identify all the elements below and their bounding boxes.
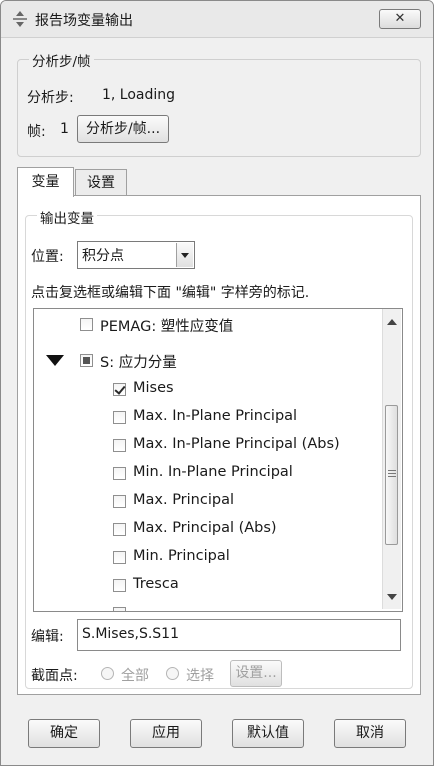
frame-label: 帧: xyxy=(27,124,46,140)
close-icon: ✕ xyxy=(394,11,406,26)
tree-item-tresca[interactable]: Tresca xyxy=(34,574,380,600)
section-settings-button-label: 设置... xyxy=(235,665,277,681)
tree-item-max-inplane-principal-abs[interactable]: Max. In-Plane Principal (Abs) xyxy=(34,434,380,460)
checkbox[interactable] xyxy=(80,354,93,367)
radio-select-label: 选择 xyxy=(186,668,214,684)
chevron-down-icon[interactable] xyxy=(176,243,193,267)
tab-variables[interactable]: 变量 xyxy=(17,167,74,197)
tree-item-min-inplane-principal[interactable]: Min. In-Plane Principal xyxy=(34,462,380,488)
step-frame-button[interactable]: 分析步/帧... xyxy=(77,115,169,143)
edit-field[interactable]: S.Mises,S.S11 xyxy=(77,619,401,651)
checkbox[interactable] xyxy=(113,439,126,452)
tree-item-max-principal[interactable]: Max. Principal xyxy=(34,490,380,516)
scrollbar-thumb[interactable] xyxy=(385,405,398,545)
tree-item-label: Min. Principal xyxy=(133,548,230,564)
tab-settings-label: 设置 xyxy=(87,175,115,191)
tree-item-mises[interactable]: Mises xyxy=(34,378,380,404)
ok-button-label: 确定 xyxy=(50,725,78,741)
checkbox[interactable] xyxy=(113,523,126,536)
close-button[interactable]: ✕ xyxy=(379,9,421,29)
tree-item-label: PEMAG: 塑性应变值 xyxy=(100,319,234,335)
tree-item-label: Max. In-Plane Principal (Abs) xyxy=(133,436,340,452)
scroll-down-icon[interactable] xyxy=(387,594,397,600)
tree-item-label: Max. Principal (Abs) xyxy=(133,520,277,536)
expand-triangle-icon[interactable] xyxy=(46,355,64,367)
tree-item-partial[interactable] xyxy=(34,602,380,611)
step-label: 分析步: xyxy=(27,90,74,106)
cancel-button[interactable]: 取消 xyxy=(334,719,406,748)
tree-item-s[interactable]: S: 应力分量 xyxy=(34,349,380,375)
radio-select[interactable] xyxy=(166,667,179,680)
vertical-scrollbar[interactable] xyxy=(382,309,401,609)
checkbox[interactable] xyxy=(113,551,126,564)
section-settings-button[interactable]: 设置... xyxy=(230,660,282,687)
checkbox[interactable] xyxy=(113,607,126,611)
step-frame-legend: 分析步/帧 xyxy=(29,50,94,70)
tree-item-label: Max. Principal xyxy=(133,492,234,508)
radio-all[interactable] xyxy=(101,667,114,680)
instruction-text: 点击复选框或编辑下面 "编辑" 字样旁的标记. xyxy=(31,285,310,301)
checkbox[interactable] xyxy=(113,579,126,592)
section-points-label: 截面点: xyxy=(31,668,78,684)
position-select-value: 积分点 xyxy=(82,248,124,264)
position-select[interactable]: 积分点 xyxy=(77,241,195,269)
tree-item-label: Max. In-Plane Principal xyxy=(133,408,298,424)
app-icon xyxy=(13,11,27,27)
tree-item-pemag[interactable]: PEMAG: 塑性应变值 xyxy=(34,313,380,339)
tree-item-min-principal[interactable]: Min. Principal xyxy=(34,546,380,572)
tree-item-label: S: 应力分量 xyxy=(100,355,177,371)
cancel-button-label: 取消 xyxy=(356,725,384,741)
step-value: 1, Loading xyxy=(102,87,176,103)
apply-button[interactable]: 应用 xyxy=(130,719,202,748)
frame-value: 1 xyxy=(60,121,69,137)
grip-icon xyxy=(388,470,396,477)
tree-item-label: Mises xyxy=(133,380,174,396)
radio-all-label: 全部 xyxy=(121,668,149,684)
ok-button[interactable]: 确定 xyxy=(28,719,100,748)
tree-item-max-inplane-principal[interactable]: Max. In-Plane Principal xyxy=(34,406,380,432)
step-frame-button-label: 分析步/帧... xyxy=(85,121,161,137)
tab-settings[interactable]: 设置 xyxy=(75,169,127,196)
report-field-output-dialog: 报告场变量输出 ✕ 分析步/帧 分析步: 1, Loading 帧: 1 分析步… xyxy=(0,0,434,766)
position-label: 位置: xyxy=(31,249,64,265)
checkbox[interactable] xyxy=(113,467,126,480)
tree-item-label: Min. In-Plane Principal xyxy=(133,464,293,480)
defaults-button[interactable]: 默认值 xyxy=(232,719,304,748)
apply-button-label: 应用 xyxy=(152,725,180,741)
defaults-button-label: 默认值 xyxy=(247,725,289,741)
tree-item-label: Tresca xyxy=(133,576,179,592)
output-variable-tree[interactable]: PEMAG: 塑性应变值 S: 应力分量 Mises Max. In-Plane… xyxy=(33,308,403,612)
checkbox[interactable] xyxy=(113,411,126,424)
edit-label: 编辑: xyxy=(31,629,64,645)
edit-field-value: S.Mises,S.S11 xyxy=(82,626,179,642)
tab-variables-label: 变量 xyxy=(31,174,60,190)
window-title: 报告场变量输出 xyxy=(35,13,133,29)
title-bar[interactable]: 报告场变量输出 ✕ xyxy=(1,1,433,38)
checkbox[interactable] xyxy=(113,495,126,508)
tree-item-max-principal-abs[interactable]: Max. Principal (Abs) xyxy=(34,518,380,544)
checkbox[interactable] xyxy=(113,383,126,396)
scroll-up-icon[interactable] xyxy=(387,319,397,325)
output-variables-legend: 输出变量 xyxy=(37,207,97,227)
checkbox[interactable] xyxy=(80,318,93,331)
